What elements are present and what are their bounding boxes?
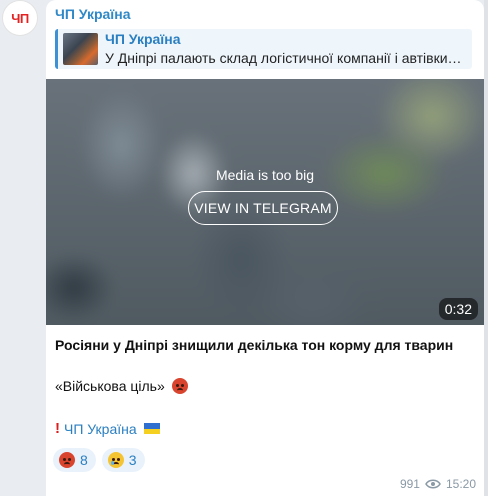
avatar-text: ЧП bbox=[11, 10, 29, 26]
forward-text: У Дніпрі палають склад логістичної компа… bbox=[105, 50, 462, 66]
angry-face-icon bbox=[171, 378, 188, 394]
forwarded-message[interactable]: ЧП Україна У Дніпрі палають склад логіст… bbox=[55, 29, 472, 69]
message-time: 15:20 bbox=[445, 477, 476, 491]
eye-icon bbox=[425, 479, 441, 489]
view-count: 991 bbox=[399, 477, 420, 491]
video-preview[interactable]: Media is too big VIEW IN TELEGRAM 0:32 bbox=[46, 79, 484, 325]
reaction-crying[interactable]: 3 bbox=[101, 448, 145, 472]
view-in-telegram-button[interactable]: VIEW IN TELEGRAM bbox=[188, 191, 338, 225]
forward-thumbnail bbox=[63, 33, 98, 65]
channel-name[interactable]: ЧП Україна bbox=[55, 6, 131, 22]
message-meta: 991 15:20 bbox=[400, 477, 476, 491]
channel-signature[interactable]: ! ЧП Україна bbox=[55, 420, 160, 437]
video-duration: 0:32 bbox=[438, 298, 478, 320]
message-bubble: ЧП Україна ЧП Україна У Дніпрі палають с… bbox=[46, 0, 484, 496]
channel-avatar[interactable]: ЧП bbox=[2, 0, 38, 36]
reactions-bar: 8 3 bbox=[53, 448, 145, 472]
ukraine-flag-icon bbox=[143, 423, 160, 434]
exclamation-icon: ! bbox=[55, 420, 60, 437]
post-quote: «Військова ціль» bbox=[55, 378, 188, 394]
crying-face-icon bbox=[107, 452, 124, 468]
post-title: Росіяни у Дніпрі знищили декілька тон ко… bbox=[55, 337, 454, 353]
reaction-count: 8 bbox=[80, 452, 88, 468]
angry-face-icon bbox=[59, 452, 75, 468]
reaction-angry[interactable]: 8 bbox=[53, 448, 96, 472]
post-quote-text: «Військова ціль» bbox=[55, 378, 165, 394]
signature-text: ЧП Україна bbox=[64, 420, 137, 437]
scrollbar[interactable] bbox=[484, 0, 488, 496]
media-too-big-label: Media is too big bbox=[215, 167, 315, 183]
reaction-count: 3 bbox=[128, 452, 137, 468]
forward-title: ЧП Україна bbox=[105, 31, 181, 47]
